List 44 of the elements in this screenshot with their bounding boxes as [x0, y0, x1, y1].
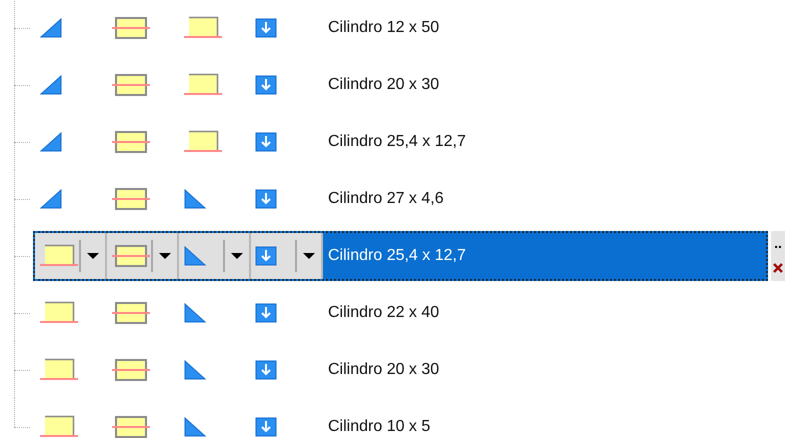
caret-icon: [231, 252, 243, 260]
download-icon: [255, 246, 277, 266]
row-label-field[interactable]: Cilindro 25,4 x 12,7: [323, 232, 466, 278]
triangle-icon: [183, 360, 207, 380]
ramp-triangle-icon: [39, 74, 63, 94]
icon-dropdown[interactable]: [251, 232, 323, 278]
ramp-triangle-icon: [39, 188, 63, 208]
ramp-triangle-icon: [39, 132, 63, 152]
row-label: Cilindro 27 x 4,6: [327, 190, 444, 208]
triangle-icon: [183, 302, 207, 322]
row-label: Cilindro 12 x 50: [327, 18, 440, 36]
box-bottom-line-icon: [39, 414, 79, 438]
row-label: Cilindro 22 x 40: [327, 304, 440, 322]
download-icon: [255, 18, 277, 38]
download-icon: [255, 74, 277, 94]
icon-dropdown[interactable]: [179, 232, 251, 278]
row-label: Cilindro 10 x 5: [327, 418, 430, 436]
icon-dropdown[interactable]: [35, 232, 107, 278]
triangle-icon: [183, 416, 207, 436]
download-icon: [255, 416, 277, 436]
download-icon: [255, 188, 277, 208]
ramp-triangle-icon: [39, 18, 63, 38]
caret-icon: [87, 252, 99, 260]
download-icon: [255, 132, 277, 152]
triangle-icon: [183, 246, 207, 266]
box-bottom-line-icon: [39, 358, 79, 382]
box-bottom-line-icon: [39, 300, 79, 324]
box-bottom-line-icon: [183, 72, 223, 96]
row-label: Cilindro 20 x 30: [327, 76, 440, 94]
close-icon: [773, 263, 783, 273]
download-icon: [255, 360, 277, 380]
box-bottom-line-icon: [39, 244, 79, 268]
caret-icon: [159, 252, 171, 260]
box-bottom-line-icon: [183, 16, 223, 40]
row-label: Cilindro 20 x 30: [327, 360, 440, 378]
delete-button[interactable]: [771, 256, 785, 280]
row-label: Cilindro 25,4 x 12,7: [327, 132, 466, 150]
more-button[interactable]: ..: [771, 230, 785, 256]
box-middle-line-icon: [111, 244, 151, 268]
triangle-icon: [183, 188, 207, 208]
icon-dropdown[interactable]: [107, 232, 179, 278]
download-icon: [255, 302, 277, 322]
box-bottom-line-icon: [183, 130, 223, 154]
caret-icon: [303, 252, 315, 260]
